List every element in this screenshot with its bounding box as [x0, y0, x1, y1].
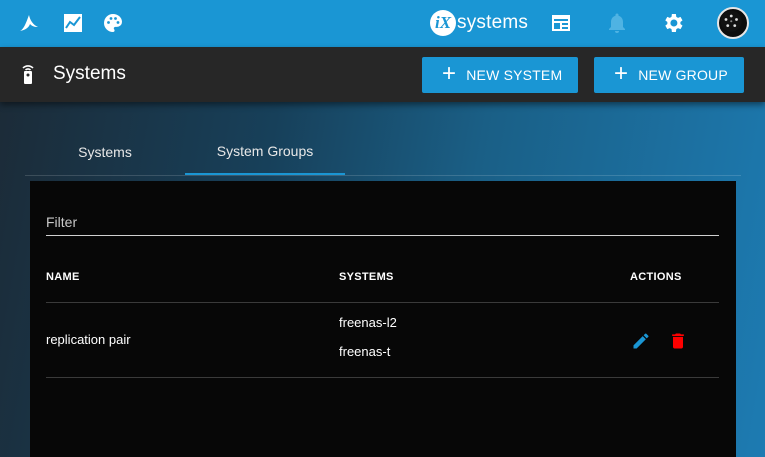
tab-systems[interactable]: Systems [25, 128, 185, 175]
ix-mark: iX [430, 10, 456, 36]
tab-system-groups[interactable]: System Groups [185, 128, 345, 175]
freenas-logo-icon[interactable] [17, 11, 41, 35]
new-system-button[interactable]: + NEW SYSTEM [422, 57, 578, 93]
filter-underline [46, 235, 719, 236]
page-title: Systems [53, 63, 126, 84]
row-divider [46, 377, 719, 378]
row-divider [46, 302, 719, 303]
top-toolbar: iX systems [0, 0, 765, 47]
new-group-button[interactable]: + NEW GROUP [594, 57, 744, 93]
remote-icon [18, 62, 38, 86]
column-header-actions: ACTIONS [630, 271, 682, 283]
system-item: freenas-t [339, 344, 391, 359]
edit-icon[interactable] [631, 331, 651, 351]
delete-icon[interactable] [668, 331, 688, 351]
ix-brand-text: systems [457, 12, 529, 33]
bell-icon[interactable] [605, 11, 629, 35]
avatar[interactable] [717, 7, 749, 39]
plus-icon: + [442, 60, 457, 87]
new-group-label: NEW GROUP [638, 67, 728, 83]
column-header-systems[interactable]: SYSTEMS [339, 271, 394, 283]
palette-icon[interactable] [101, 11, 125, 35]
tab-bar: Systems System Groups [25, 128, 741, 176]
system-item: freenas-l2 [339, 315, 397, 330]
group-name: replication pair [46, 332, 131, 347]
page-header: Systems + NEW SYSTEM + NEW GROUP [0, 47, 765, 102]
gear-icon[interactable] [661, 11, 685, 35]
filter-input[interactable]: Filter [46, 214, 77, 230]
new-system-label: NEW SYSTEM [466, 67, 563, 83]
ixsystems-logo: iX systems [430, 10, 528, 36]
plus-icon: + [614, 60, 629, 87]
column-header-name[interactable]: NAME [46, 271, 80, 283]
dashboard-icon[interactable] [549, 11, 573, 35]
chart-icon[interactable] [61, 11, 85, 35]
system-groups-card: Filter NAME SYSTEMS ACTIONS replication … [30, 181, 736, 457]
